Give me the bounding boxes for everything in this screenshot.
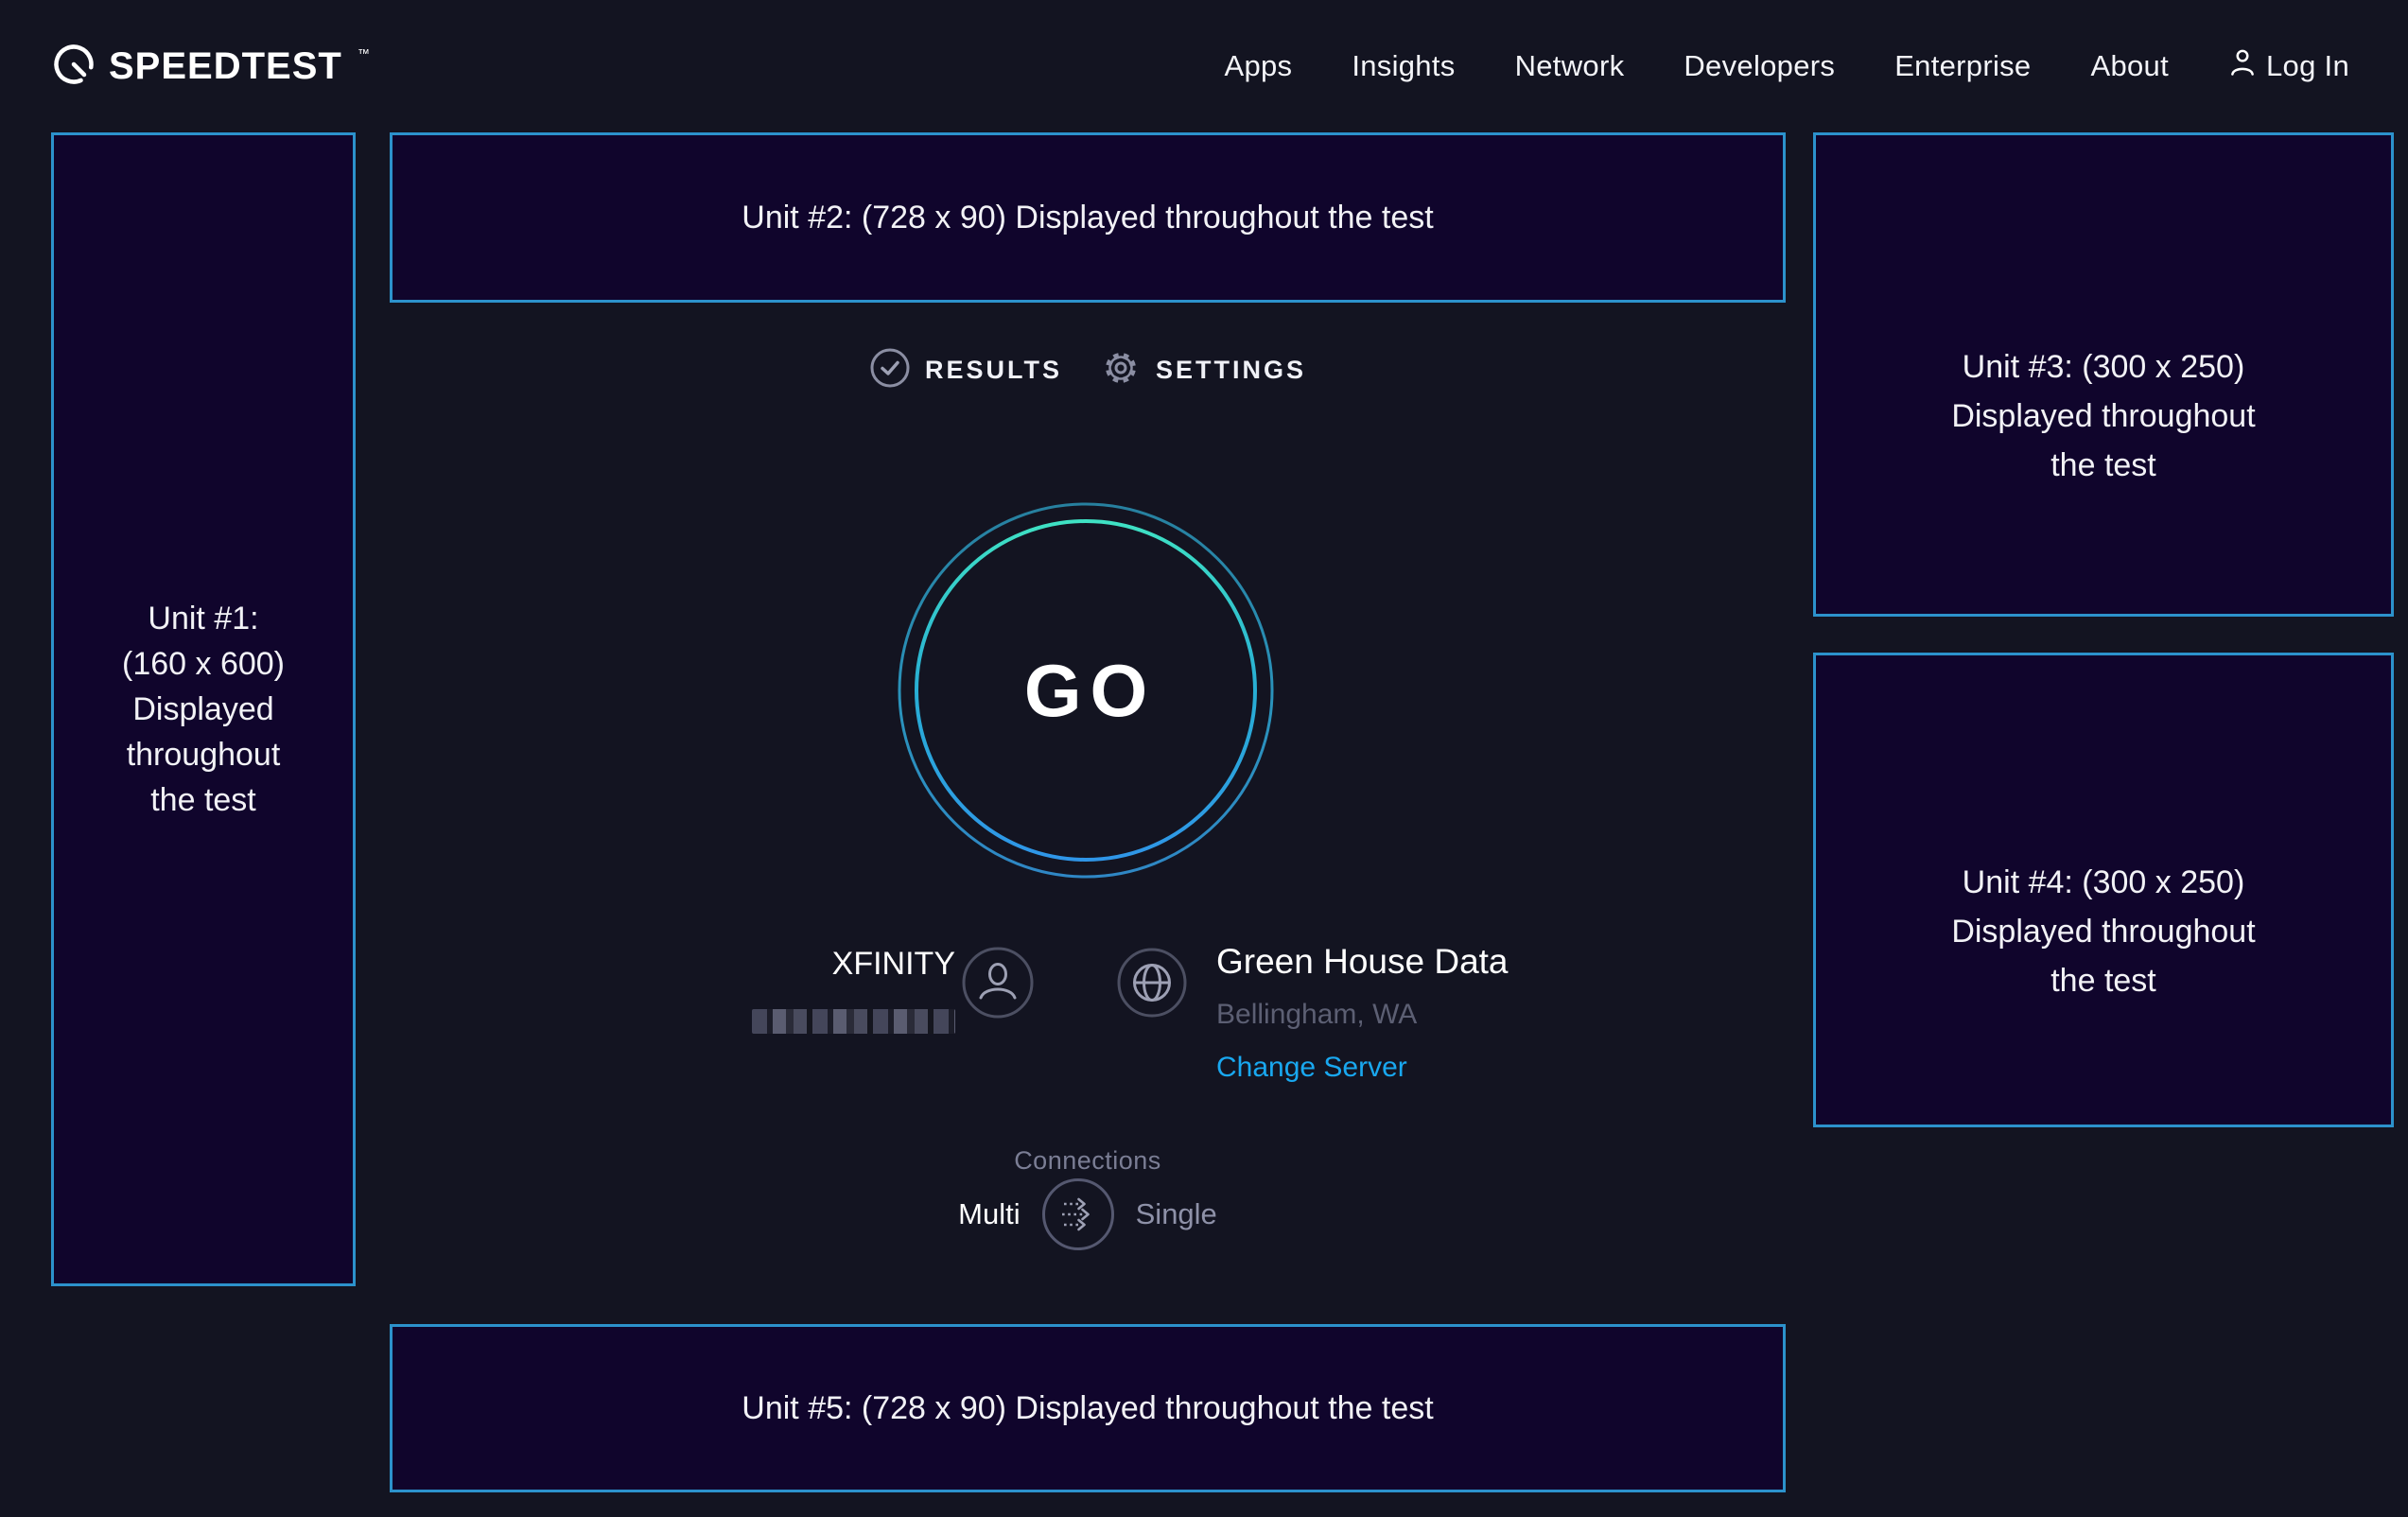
connections-multi-option[interactable]: Multi — [958, 1197, 1020, 1231]
tab-results[interactable]: RESULTS — [869, 347, 1062, 393]
user-icon — [2228, 46, 2257, 86]
tab-results-label: RESULTS — [925, 356, 1062, 385]
login-label: Log In — [2266, 49, 2349, 83]
change-server-link[interactable]: Change Server — [1216, 1051, 1509, 1085]
logo-wordmark: SPEEDTEST — [109, 45, 342, 88]
ad-unit-3-text: Unit #3: (300 x 250) Displayed throughou… — [1951, 342, 2255, 490]
multi-connections-icon[interactable] — [1041, 1177, 1115, 1251]
go-button[interactable]: GO — [887, 492, 1284, 889]
login-button[interactable]: Log In — [2228, 46, 2349, 86]
nav-item-about[interactable]: About — [2090, 49, 2169, 83]
tab-settings-label: SETTINGS — [1156, 356, 1306, 385]
server-name: Green House Data — [1216, 943, 1509, 981]
server-info: Green House Data Bellingham, WA Change S… — [1216, 943, 1509, 1085]
tab-bar: RESULTS SETTINGS — [390, 348, 1786, 392]
gear-icon — [1100, 347, 1142, 393]
isp-info: XFINITY — [605, 946, 955, 1034]
ad-unit-2-text: Unit #2: (728 x 90) Displayed throughout… — [742, 195, 1433, 240]
top-nav-bar: SPEEDTEST ™ Apps Insights Network Develo… — [0, 0, 2408, 132]
nav-item-insights[interactable]: Insights — [1352, 49, 1455, 83]
connections-single-option[interactable]: Single — [1136, 1197, 1217, 1231]
nav-item-network[interactable]: Network — [1515, 49, 1625, 83]
server-location: Bellingham, WA — [1216, 998, 1509, 1032]
speedometer-icon — [52, 43, 96, 91]
ad-unit-1-text: Unit #1: (160 x 600) Displayed throughou… — [122, 596, 285, 823]
ad-unit-1[interactable]: Unit #1: (160 x 600) Displayed throughou… — [51, 132, 356, 1286]
ad-unit-4[interactable]: Unit #4: (300 x 250) Displayed throughou… — [1813, 653, 2394, 1127]
ad-unit-2[interactable]: Unit #2: (728 x 90) Displayed throughout… — [390, 132, 1786, 303]
connections-title: Connections — [390, 1146, 1786, 1176]
globe-icon — [1117, 948, 1187, 1022]
logo-trademark: ™ — [358, 46, 370, 61]
tab-settings[interactable]: SETTINGS — [1100, 347, 1306, 393]
speedtest-logo[interactable]: SPEEDTEST ™ — [52, 43, 368, 91]
isp-detail-redacted — [752, 1009, 955, 1034]
nav-item-enterprise[interactable]: Enterprise — [1894, 49, 2031, 83]
go-button-label: GO — [887, 492, 1284, 889]
isp-user-icon — [962, 947, 1034, 1023]
nav-item-apps[interactable]: Apps — [1224, 49, 1292, 83]
connections-toggle: Multi Single — [390, 1177, 1786, 1251]
main-nav: Apps Insights Network Developers Enterpr… — [1224, 46, 2349, 86]
nav-item-developers[interactable]: Developers — [1684, 49, 1835, 83]
ad-unit-4-text: Unit #4: (300 x 250) Displayed throughou… — [1951, 858, 2255, 1005]
ad-unit-3[interactable]: Unit #3: (300 x 250) Displayed throughou… — [1813, 132, 2394, 617]
ad-unit-5[interactable]: Unit #5: (728 x 90) Displayed throughout… — [390, 1324, 1786, 1492]
ad-unit-5-text: Unit #5: (728 x 90) Displayed throughout… — [742, 1386, 1433, 1431]
check-circle-icon — [869, 347, 911, 393]
isp-name: XFINITY — [605, 946, 955, 983]
